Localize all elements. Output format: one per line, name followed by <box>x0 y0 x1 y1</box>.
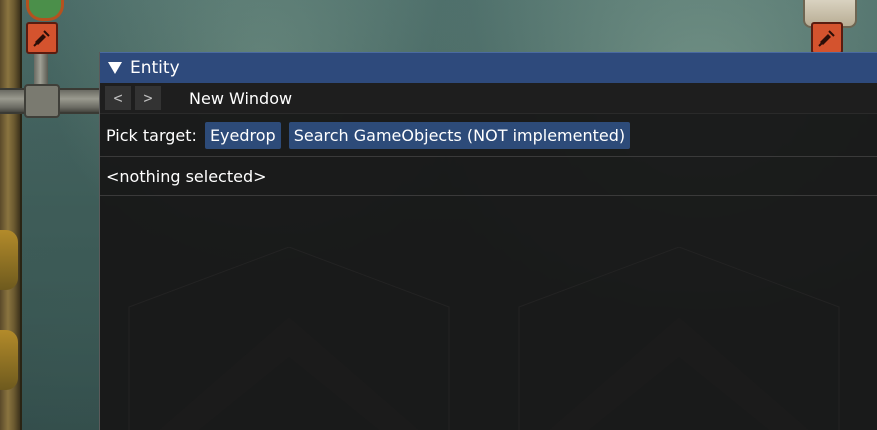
background-watermark <box>99 247 877 430</box>
warning-tile-icon <box>26 22 58 54</box>
collapse-arrow-icon[interactable] <box>108 62 122 74</box>
decoration-gold <box>0 230 18 290</box>
decoration-gold <box>0 330 18 390</box>
tab-title[interactable]: New Window <box>189 89 292 108</box>
selection-text: <nothing selected> <box>106 166 267 186</box>
selection-status: <nothing selected> <box>99 157 877 196</box>
nav-forward-button[interactable]: > <box>135 86 161 110</box>
entity-window: Entity < > New Window Pick target: Eyedr… <box>99 52 877 430</box>
pick-target-row: Pick target: Eyedrop Search GameObjects … <box>99 114 877 157</box>
pipe-joint <box>24 84 60 118</box>
eyedrop-button[interactable]: Eyedrop <box>204 121 281 149</box>
window-tab-row: < > New Window <box>99 83 877 114</box>
window-titlebar[interactable]: Entity <box>99 52 877 83</box>
warning-tile-icon <box>811 22 843 54</box>
search-gameobjects-button[interactable]: Search GameObjects (NOT implemented) <box>288 121 631 149</box>
nav-back-button[interactable]: < <box>105 86 131 110</box>
pick-target-label: Pick target: <box>106 125 197 145</box>
window-title: Entity <box>130 58 180 78</box>
